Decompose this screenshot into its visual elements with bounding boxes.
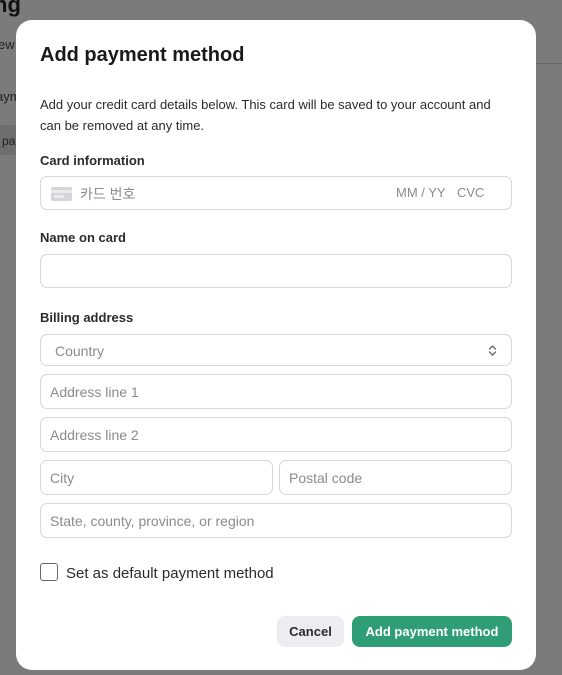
billing-address-label: Billing address bbox=[40, 310, 134, 325]
country-select-value: Country bbox=[55, 343, 105, 359]
country-select[interactable]: Country bbox=[40, 334, 512, 366]
default-payment-checkbox-label[interactable]: Set as default payment method bbox=[66, 565, 274, 582]
state-region-input[interactable] bbox=[41, 504, 511, 537]
default-payment-checkbox[interactable] bbox=[40, 563, 58, 581]
credit-card-icon bbox=[51, 187, 72, 201]
name-on-card-field[interactable] bbox=[40, 254, 512, 288]
postal-code-field[interactable] bbox=[279, 460, 512, 495]
dialog-description: Add your credit card details below. This… bbox=[40, 97, 491, 133]
dialog-title: Add payment method bbox=[40, 44, 245, 66]
card-information-field[interactable]: 카드 번호 MM / YY CVC bbox=[40, 176, 512, 210]
state-region-field[interactable] bbox=[40, 503, 512, 538]
card-expiry-input[interactable]: MM / YY bbox=[396, 185, 446, 200]
address-line-1-input[interactable] bbox=[41, 375, 511, 408]
card-cvc-input[interactable]: CVC bbox=[457, 185, 484, 200]
card-information-label: Card information bbox=[40, 153, 145, 168]
add-payment-method-dialog: Add payment method Add your credit card … bbox=[16, 20, 536, 670]
add-payment-method-button[interactable]: Add payment method bbox=[352, 616, 512, 647]
address-line-2-input[interactable] bbox=[41, 418, 511, 451]
cancel-button[interactable]: Cancel bbox=[277, 616, 344, 647]
name-on-card-input[interactable] bbox=[41, 255, 511, 287]
city-input[interactable] bbox=[41, 461, 272, 494]
background-page-subtitle: ew bbox=[0, 37, 15, 52]
address-line-2-field[interactable] bbox=[40, 417, 512, 452]
address-line-1-field[interactable] bbox=[40, 374, 512, 409]
card-number-input[interactable]: 카드 번호 bbox=[80, 184, 135, 204]
postal-code-input[interactable] bbox=[280, 461, 511, 494]
name-on-card-label: Name on card bbox=[40, 230, 126, 245]
city-field[interactable] bbox=[40, 460, 273, 495]
chevron-up-down-icon bbox=[488, 345, 497, 356]
background-page-title: ng bbox=[0, 0, 21, 17]
